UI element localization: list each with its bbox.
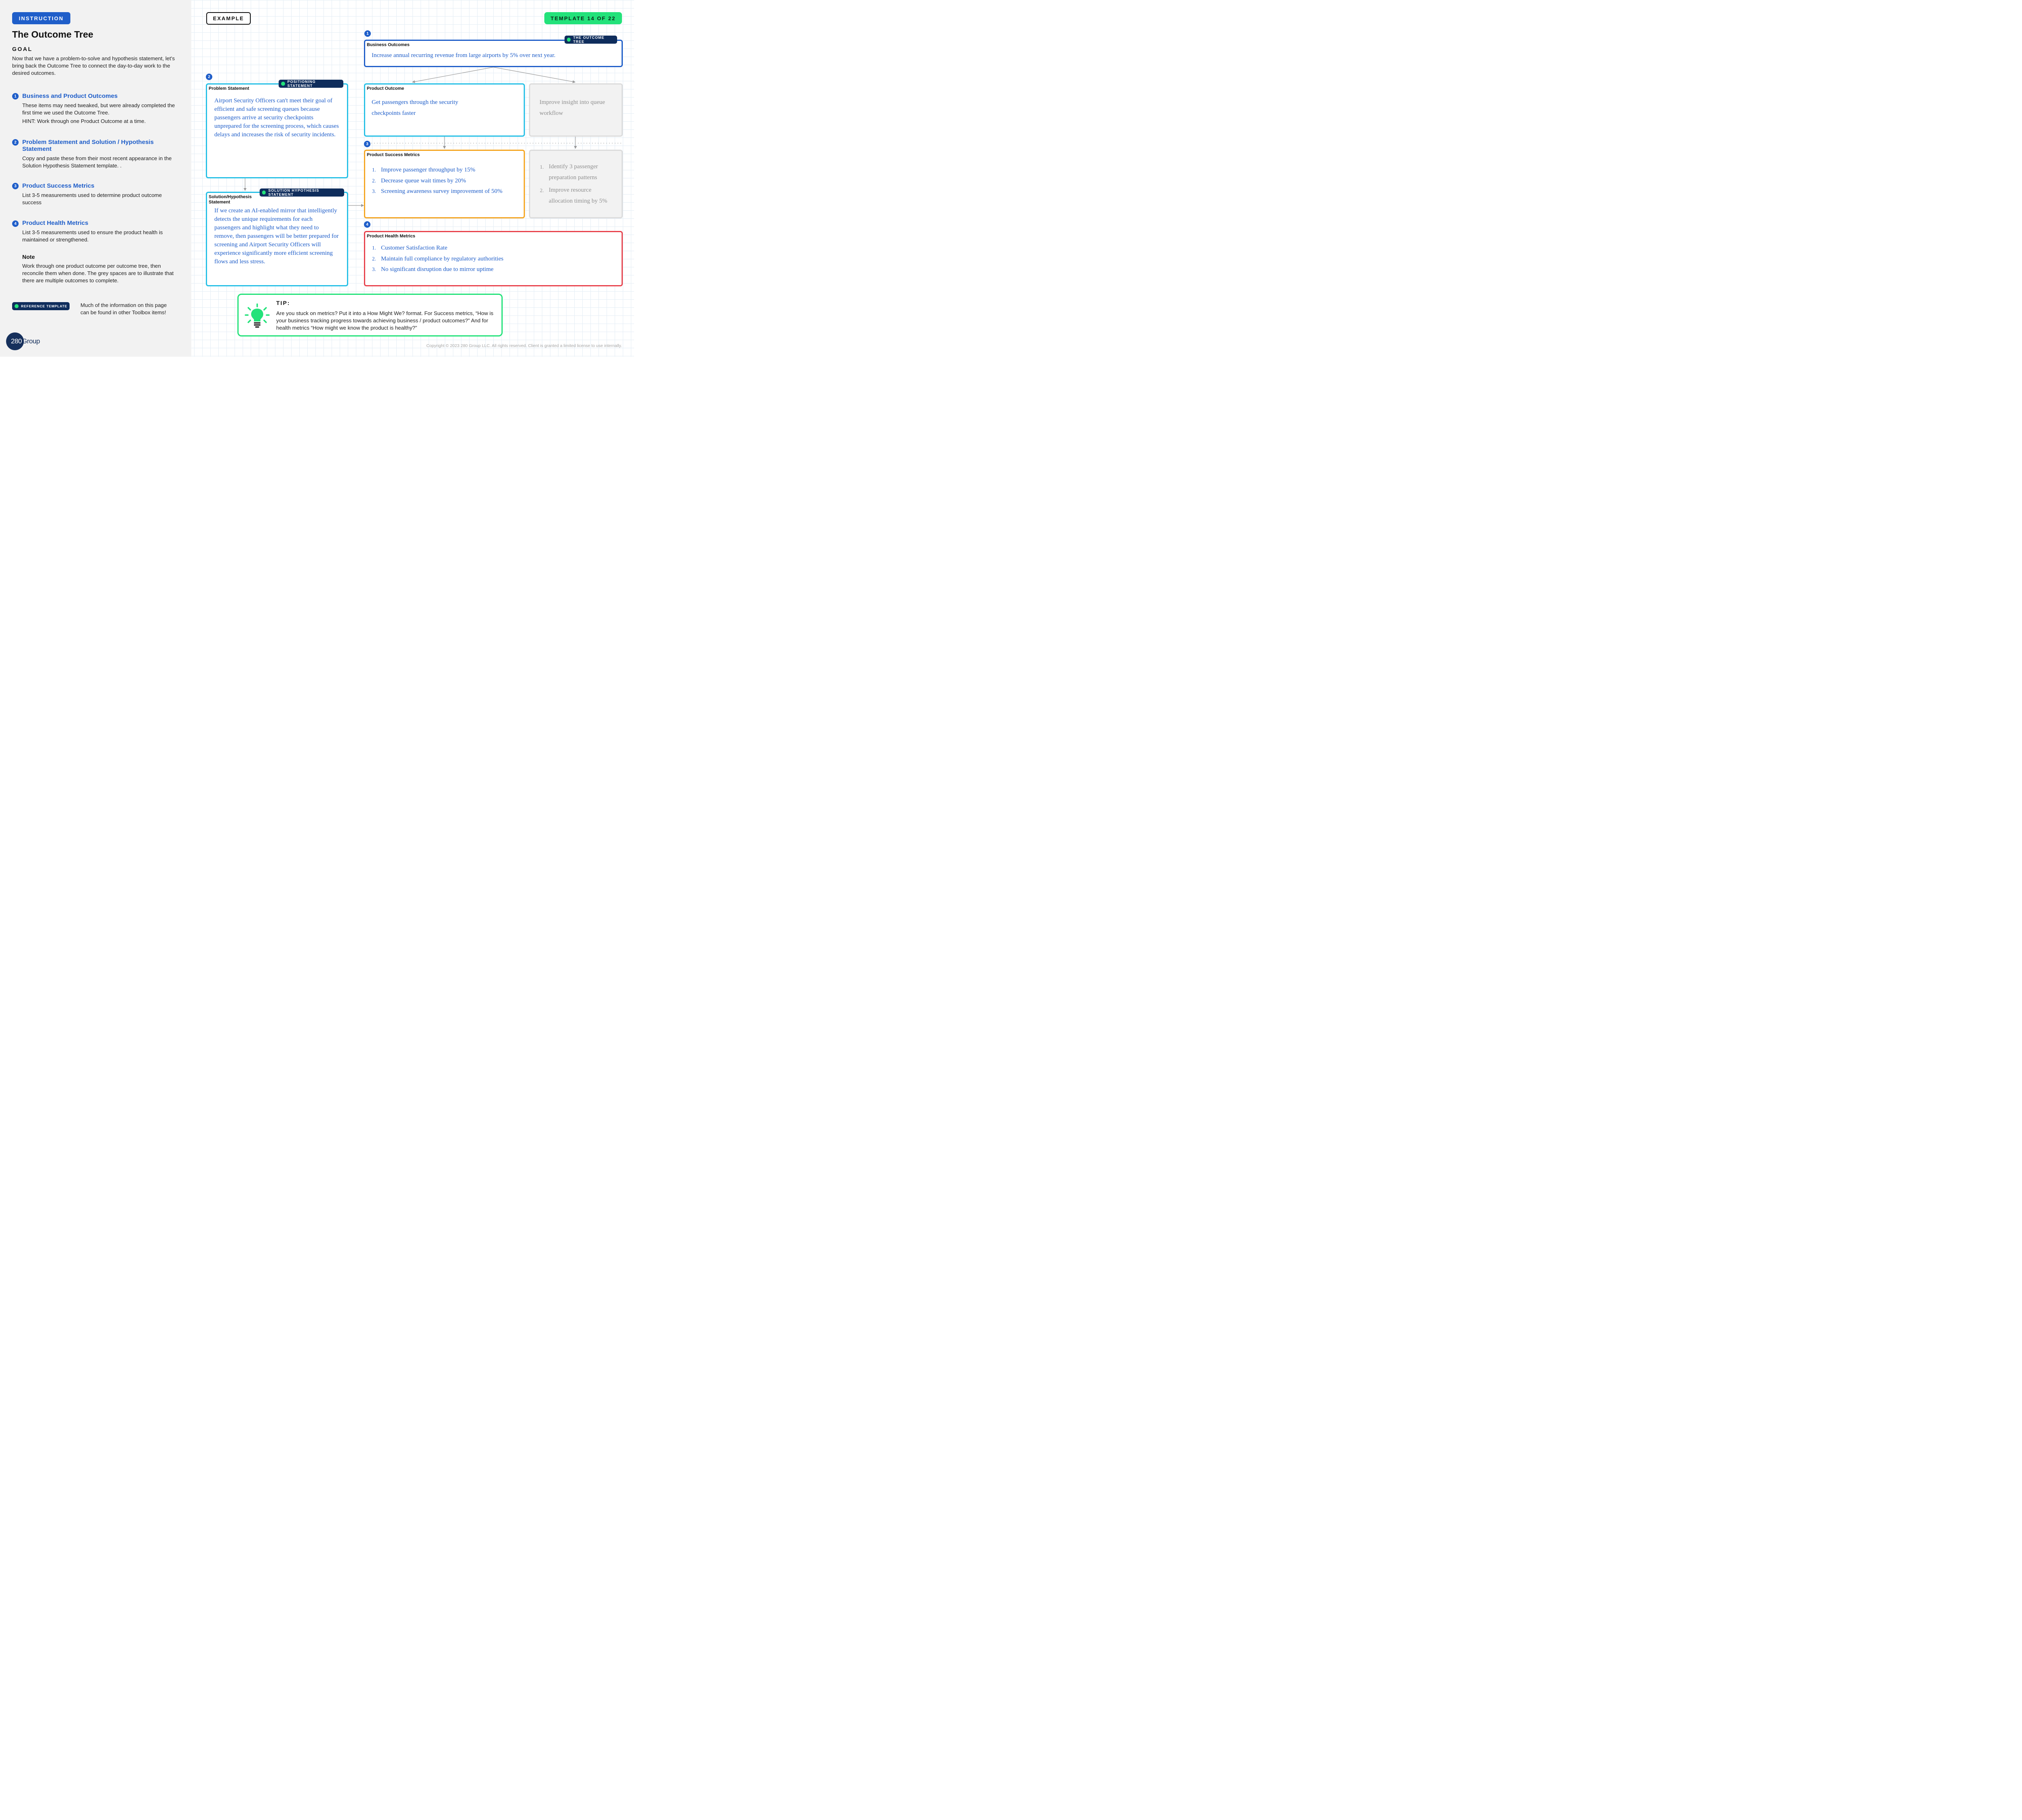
- grey-success-metrics-list: 1. Identify 3 passenger preparation patte…: [540, 161, 617, 207]
- arrow-to-product-outcome: [412, 67, 494, 83]
- list-item: 2. Decrease queue wait times by 20%: [372, 177, 466, 184]
- problem-statement-box: Problem Statement Airport Security Offic…: [206, 83, 348, 178]
- grey-success-metrics-box: 1. Identify 3 passenger preparation patte…: [529, 150, 623, 218]
- solution-hypothesis-badge: SOLUTION HYPOTHESIS STATEMENT: [260, 188, 344, 197]
- business-outcomes-box: Business Outcomes Increase annual recurr…: [364, 40, 623, 67]
- list-item: 1. Improve passenger throughput by 15%: [372, 167, 476, 173]
- lightbulb-icon: [245, 303, 270, 328]
- success-metrics-label: Product Success Metrics: [367, 152, 420, 157]
- list-item: 1. Customer Satisfaction Rate: [372, 245, 448, 251]
- tip-box: TIP: Are you stuck on metrics? Put it in…: [237, 294, 503, 336]
- list-item: 3. No significant disruption due to mirro…: [372, 266, 494, 273]
- solution-statement-box: Solution/Hypothesis Statement If we crea…: [206, 192, 348, 286]
- tip-text: Are you stuck on metrics? Put it into a …: [276, 310, 493, 331]
- business-outcomes-label: Business Outcomes: [367, 42, 410, 47]
- copyright: Copyright © 2023 280 Group LLC. All righ…: [426, 343, 622, 348]
- step-3-number: 3: [364, 141, 370, 147]
- success-metrics-list: 1. Improve passenger throughput by 15% 2.…: [372, 165, 522, 197]
- step-2-number: 2: [206, 74, 212, 80]
- list-item: 1. Identify 3 passenger preparation patte…: [540, 163, 598, 181]
- tip-heading: TIP:: [276, 300, 290, 306]
- grey-product-outcome-box: Improve insight into queue workflow: [529, 83, 623, 137]
- product-outcome-text: Get passengers through the security chec…: [372, 99, 459, 116]
- arrow-to-grey-outcome: [493, 67, 576, 83]
- health-metrics-label: Product Health Metrics: [367, 234, 415, 239]
- positioning-statement-badge: POSITIONING STATEMENT: [279, 80, 343, 88]
- product-outcome-label: Product Outcome: [367, 86, 404, 91]
- list-item: 2. Improve resource allocation timing by …: [540, 187, 607, 204]
- step-4-number: 4: [364, 221, 370, 228]
- page: INSTRUCTION The Outcome Tree GOAL Now th…: [0, 0, 634, 357]
- problem-statement-label: Problem Statement: [209, 86, 250, 91]
- list-item: 3. Screening awareness survey improvement…: [372, 188, 503, 195]
- product-outcome-box: Product Outcome Get passengers through t…: [364, 83, 525, 137]
- health-metrics-list: 1. Customer Satisfaction Rate 2. Maintain …: [372, 243, 615, 275]
- success-metrics-box: Product Success Metrics 1. Improve passen…: [364, 150, 525, 218]
- grey-product-outcome-text: Improve insight into queue workflow: [539, 99, 605, 116]
- business-outcomes-text: Increase annual recurring revenue from l…: [372, 52, 556, 59]
- problem-statement-text: Airport Security Officers can't meet the…: [214, 97, 339, 138]
- outcome-tree-badge: THE OUTCOME TREE: [565, 36, 617, 44]
- solution-statement-label: Solution/Hypothesis Statement: [209, 195, 252, 205]
- step-1-number: 1: [364, 30, 371, 37]
- list-item: 2. Maintain full compliance by regulatory…: [372, 255, 503, 262]
- health-metrics-box: Product Health Metrics 1. Customer Satisf…: [364, 231, 623, 286]
- solution-statement-text: If we create an AI-enabled mirror that i…: [214, 207, 339, 265]
